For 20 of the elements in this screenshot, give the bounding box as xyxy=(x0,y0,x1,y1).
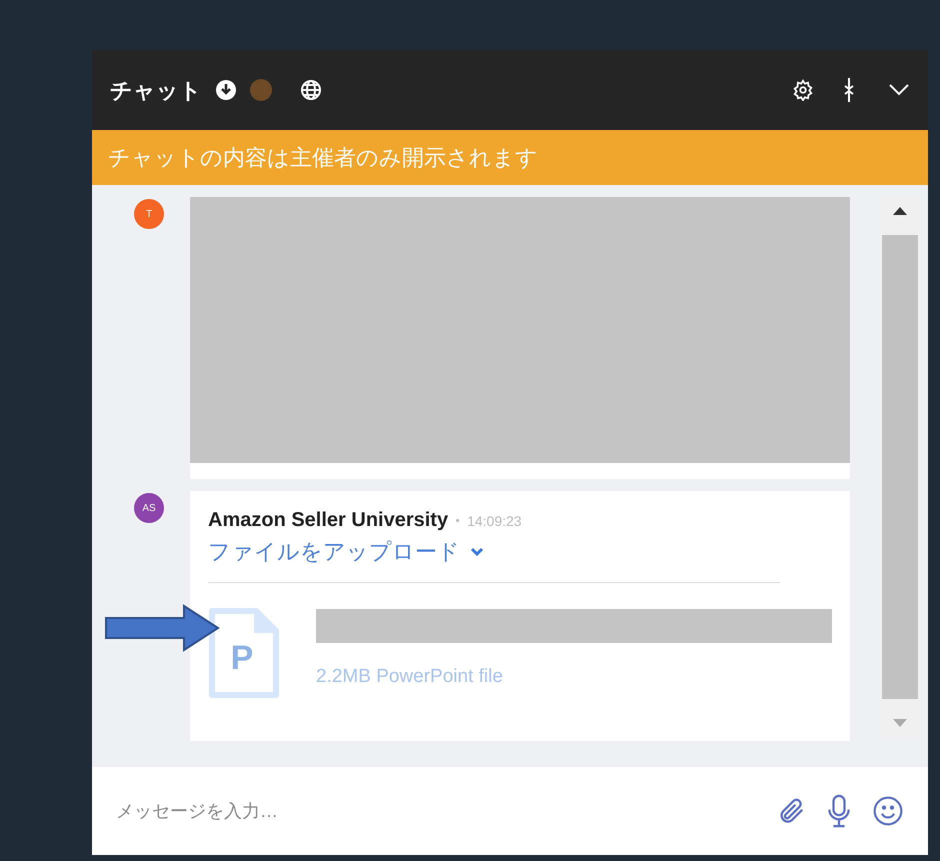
download-icon[interactable] xyxy=(216,80,236,100)
globe-icon[interactable] xyxy=(300,79,322,101)
avatar: T xyxy=(134,199,164,229)
notice-text: チャットの内容は主催者のみ開示されます xyxy=(108,144,538,172)
scroll-up-icon[interactable] xyxy=(893,207,907,215)
avatar: AS xyxy=(134,493,164,523)
powerpoint-file-icon[interactable]: P xyxy=(208,607,276,699)
emoji-icon[interactable] xyxy=(872,795,904,827)
scrollbar-thumb[interactable] xyxy=(882,235,918,699)
message-input[interactable]: メッセージを入力… xyxy=(116,798,754,824)
microphone-icon[interactable] xyxy=(828,794,850,828)
resize-handle-icon[interactable] xyxy=(844,77,854,103)
settings-icon[interactable] xyxy=(792,79,814,101)
upload-label: ファイルをアップロード xyxy=(208,538,460,566)
message-time: 14:09:23 xyxy=(467,512,522,531)
participant-badge xyxy=(250,79,272,101)
bullet-icon xyxy=(456,518,460,522)
file-info[interactable]: 2.2MB PowerPoint file xyxy=(316,663,832,692)
sender-name: Amazon Seller University xyxy=(208,508,448,533)
chat-title: チャット xyxy=(110,76,202,104)
